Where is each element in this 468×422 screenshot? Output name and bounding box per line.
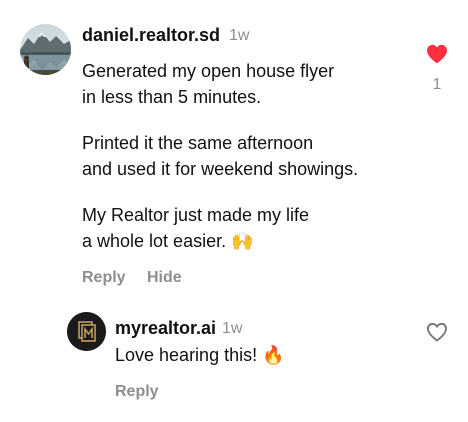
comment-text-line: a whole lot easier. 🙌 <box>82 231 254 251</box>
avatar[interactable] <box>67 312 106 351</box>
reply-text: Love hearing this! 🔥 <box>115 345 285 365</box>
heart-outline-icon <box>426 322 448 342</box>
like-button[interactable] <box>426 44 448 64</box>
username[interactable]: myrealtor.ai <box>115 317 216 339</box>
like-count: 1 <box>432 76 442 93</box>
comment-text-line: Printed it the same afternoon <box>82 133 314 153</box>
hide-button[interactable]: Hide <box>147 268 182 288</box>
comment-text-line: Generated my open house flyer <box>82 61 335 81</box>
comment-text-line: and used it for weekend showings. <box>82 159 359 179</box>
timestamp: 1w <box>229 27 250 44</box>
mountain-lake-photo-icon <box>20 24 71 75</box>
username[interactable]: daniel.realtor.sd <box>82 24 220 46</box>
like-button[interactable] <box>426 322 448 342</box>
comment-text-line: My Realtor just made my life <box>82 205 310 225</box>
timestamp: 1w <box>222 320 243 337</box>
comment: daniel.realtor.sd 1w Generated my open h… <box>0 0 468 300</box>
heart-filled-icon <box>427 44 447 64</box>
avatar[interactable] <box>20 24 71 75</box>
myrealtor-logo-icon <box>67 312 106 351</box>
reply-button[interactable]: Reply <box>115 382 159 402</box>
reply-comment: myrealtor.ai 1w Love hearing this! 🔥 Rep… <box>0 300 468 422</box>
reply-button[interactable]: Reply <box>82 268 126 288</box>
comment-text-line: in less than 5 minutes. <box>82 87 262 107</box>
